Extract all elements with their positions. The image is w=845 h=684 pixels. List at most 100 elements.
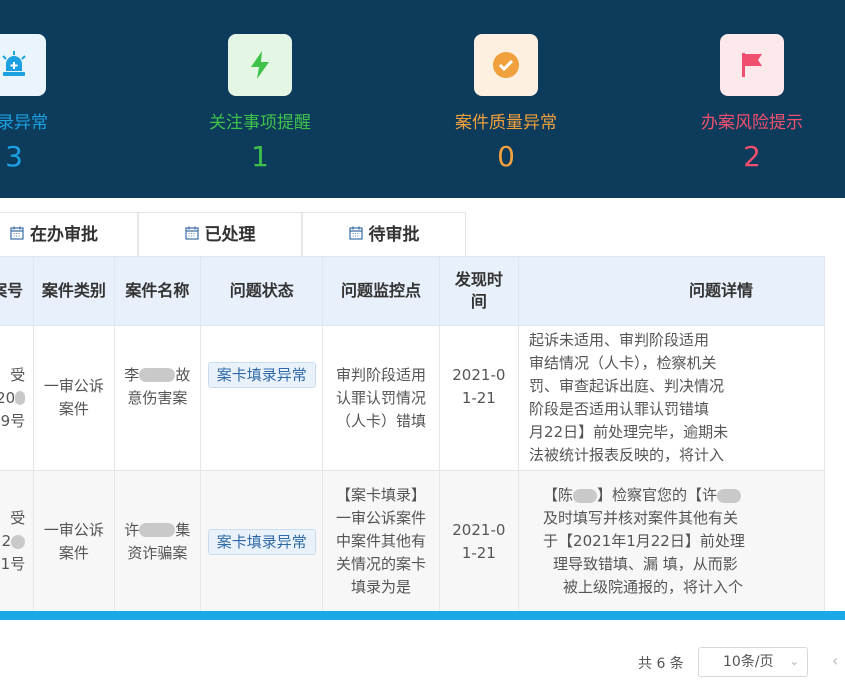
- redaction-blur: [717, 488, 742, 503]
- detail-line: 理导致错填、漏 填，从而影: [553, 555, 738, 573]
- col-header-case-name[interactable]: 案件名称: [113, 256, 202, 326]
- stat-value: 3: [5, 140, 23, 173]
- detail-line: 及时填写并核对案件其他有关: [543, 509, 739, 527]
- detail-line: 被上级院通报的，将计入个: [563, 578, 744, 596]
- calendar-icon: [10, 213, 24, 257]
- detail-line: 罚、审查起诉出庭、判决情况: [529, 377, 725, 395]
- stat-label: 办案风险提示: [701, 113, 803, 133]
- tab-in-progress[interactable]: 在办审批: [0, 212, 138, 256]
- detail-line: 【陈: [543, 486, 574, 504]
- table-row[interactable]: 受 2 1号 一审公诉 案件 许 集资诈骗案 案卡填录异常 【案卡填录】 一审公诉案件 …: [0, 470, 825, 611]
- tab-pending[interactable]: 待审批: [302, 212, 466, 256]
- tab-label: 已处理: [204, 225, 256, 245]
- calendar-icon: [184, 213, 199, 257]
- time-line: 1-21: [461, 543, 496, 562]
- monitor-line: 认罪认罚情况: [336, 388, 427, 407]
- cell-status: 案卡填录异常: [200, 325, 324, 471]
- chevron-down-icon: ⌄: [789, 655, 799, 668]
- category-line: 案件: [58, 543, 89, 562]
- stat-value: 0: [497, 140, 515, 173]
- alarm-light-icon: [0, 34, 46, 96]
- status-badge[interactable]: 案卡填录异常: [207, 528, 316, 555]
- redaction-blur: [573, 488, 598, 503]
- cell-status: 案卡填录异常: [200, 470, 324, 611]
- monitor-line: 一审公诉案件: [336, 509, 427, 527]
- monitor-line: 【案卡填录】: [336, 486, 427, 504]
- cell-monitor-point: 审判阶段适用 认罪认罚情况 （人卡）错填: [322, 325, 440, 471]
- table-header-row: 案号 案件类别 案件名称 问题状态 问题监控点 发现时间 问题详情: [0, 256, 825, 326]
- monitor-line: 填录为是: [351, 578, 412, 596]
- redaction-blur: [15, 391, 26, 405]
- name-line: 集: [175, 520, 191, 539]
- table-row[interactable]: 受 20 9号 一审公诉案件 李 故意伤害案 案卡填录异常 审判阶段适用认罪认罚情况 （…: [0, 325, 825, 471]
- cell-case-no: 受 2 1号: [0, 470, 35, 611]
- detail-line: 月22日】前处理完毕，逾期未: [529, 423, 729, 441]
- stat-value: 1: [251, 140, 269, 173]
- time-line: 2021-0: [452, 520, 506, 539]
- monitor-line: 关情况的案卡: [336, 555, 427, 573]
- tab-processed[interactable]: 已处理: [138, 212, 302, 256]
- monitor-line: （人卡）错填: [336, 411, 427, 430]
- case-no-line: 9号: [0, 411, 26, 430]
- category-line: 一审公诉: [43, 520, 104, 539]
- col-header-category[interactable]: 案件类别: [33, 256, 115, 326]
- name-line: 故: [175, 365, 191, 384]
- stat-fill-error[interactable]: 填录异常 3: [0, 0, 114, 198]
- name-line: 许: [124, 520, 140, 539]
- case-no-line: 受: [10, 365, 26, 384]
- chevron-left-icon[interactable]: ‹: [832, 651, 838, 670]
- tab-bar: 在办审批 已处理 待审批: [0, 212, 845, 256]
- stat-label: 填录异常: [0, 113, 48, 133]
- cell-monitor-point: 【案卡填录】 一审公诉案件 中案件其他有 关情况的案卡 填录为是: [322, 470, 440, 611]
- redaction-blur: [11, 534, 26, 549]
- calendar-icon: [348, 213, 363, 257]
- cell-case-name: 许 集资诈骗案: [113, 470, 202, 611]
- tab-label: 待审批: [368, 225, 420, 245]
- redaction-blur: [139, 368, 176, 382]
- monitor-line: 审判阶段适用: [336, 365, 427, 384]
- detail-line: 于【2021年1月22日】前处理: [543, 532, 745, 550]
- check-circle-icon: [474, 34, 538, 96]
- stat-label: 关注事项提醒: [209, 113, 311, 133]
- lightning-icon: [228, 34, 292, 96]
- stat-label: 案件质量异常: [455, 113, 557, 133]
- detail-line: 】检察官您的【许: [597, 486, 718, 504]
- col-header-found-time[interactable]: 发现时间: [438, 256, 520, 326]
- name-line: 意伤害案: [127, 388, 188, 407]
- stat-risk-alert[interactable]: 办案风险提示 2: [652, 0, 845, 198]
- name-line: 资诈骗案: [127, 543, 188, 562]
- cell-found-time: 2021-0 1-21: [438, 470, 520, 611]
- time-line: 2021-0: [452, 365, 506, 384]
- horizontal-scrollbar[interactable]: [0, 611, 845, 620]
- case-no-line: 1号: [0, 555, 26, 573]
- case-no-line: 2: [1, 532, 12, 550]
- cell-category: 一审公诉 案件: [33, 325, 115, 471]
- status-badge[interactable]: 案卡填录异常: [207, 362, 316, 388]
- col-header-status[interactable]: 问题状态: [200, 256, 324, 326]
- category-line: 一审公诉: [43, 377, 104, 395]
- page-size-select[interactable]: 10条/页 ⌄: [698, 647, 808, 677]
- stat-quality-error[interactable]: 案件质量异常 0: [406, 0, 606, 198]
- time-line: 1-21: [461, 388, 496, 407]
- cell-case-no: 受 20 9号: [0, 325, 35, 471]
- col-header-detail[interactable]: 问题详情: [518, 256, 825, 326]
- issue-table: 案号 案件类别 案件名称 问题状态 问题监控点 发现时间 问题详情 受 20 9号 …: [0, 256, 845, 611]
- detail-line: 阶段是否适用认罪认罚错填: [529, 400, 710, 418]
- case-no-line: 20: [0, 388, 16, 407]
- stat-attention-reminder[interactable]: 关注事项提醒 1: [160, 0, 360, 198]
- col-header-case-no[interactable]: 案号: [0, 256, 35, 326]
- col-header-monitor-point[interactable]: 问题监控点: [322, 256, 440, 326]
- cell-found-time: 2021-0 1-21: [438, 325, 520, 471]
- pagination-total: 共 6 条: [638, 656, 684, 672]
- flag-icon: [720, 34, 784, 96]
- cell-category: 一审公诉 案件: [33, 470, 115, 611]
- cell-detail: 起诉未适用、审判阶段适用 审结情况（人卡），检察机关 罚、审查起诉出庭、判决情况…: [518, 325, 825, 471]
- cell-detail: 【陈 】检察官您的【许 及时填写并核对案件其他有关 于【2021年1月22日】前处…: [518, 470, 825, 611]
- page-size-value: 10条/页: [723, 654, 774, 670]
- monitor-line: 中案件其他有: [336, 532, 427, 550]
- cell-case-name: 李 故意伤害案: [113, 325, 202, 471]
- case-no-line: 受: [10, 509, 26, 527]
- tab-label: 在办审批: [30, 225, 98, 245]
- detail-line: 起诉未适用、审判阶段适用: [529, 331, 710, 349]
- detail-line: 法被统计报表反映的，将计入: [529, 446, 725, 464]
